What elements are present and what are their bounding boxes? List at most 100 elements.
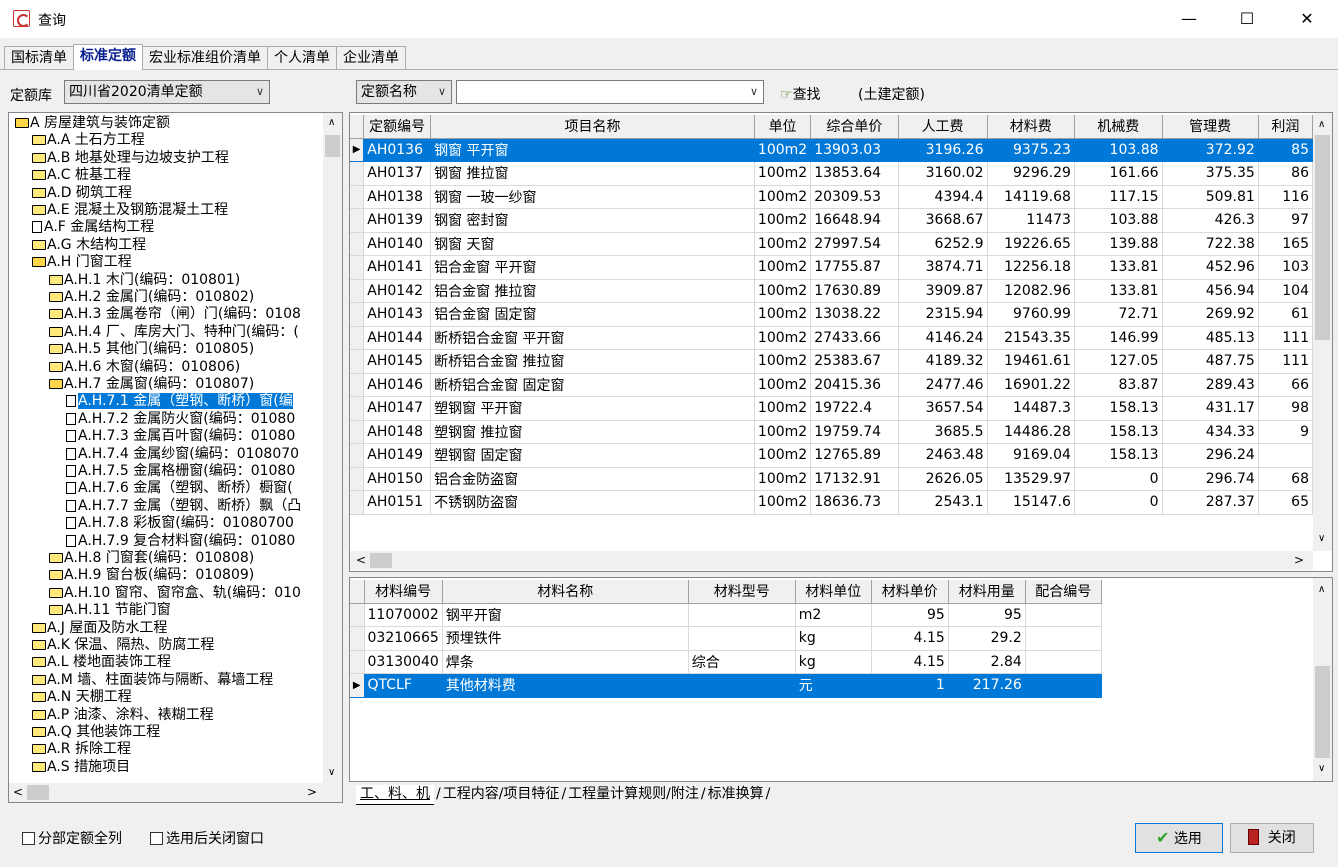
table-cell[interactable]: 100m2: [754, 255, 812, 280]
scroll-thumb[interactable]: [1315, 666, 1330, 758]
table-cell[interactable]: AH0145: [363, 349, 432, 374]
table-cell[interactable]: 3668.67: [898, 208, 988, 233]
column-header[interactable]: 材料费: [987, 115, 1075, 139]
table-cell[interactable]: 3909.87: [898, 279, 988, 303]
quota-vscrollbar[interactable]: ∧ ∨: [1313, 113, 1332, 551]
table-cell[interactable]: 17630.89: [810, 279, 899, 303]
table-cell[interactable]: 3685.5: [898, 420, 988, 444]
column-header[interactable]: 单位: [754, 115, 812, 139]
tree-node[interactable]: A.H.7.5 金属格栅窗(编码：01080: [66, 463, 295, 480]
table-cell[interactable]: [1025, 650, 1102, 674]
row-indicator[interactable]: ▶: [350, 673, 365, 698]
table-cell[interactable]: 铝合金窗 平开窗: [430, 255, 755, 280]
row-indicator[interactable]: [350, 490, 365, 515]
table-cell[interactable]: 116: [1258, 185, 1313, 209]
tab-work-content[interactable]: 工程内容/项目特征: [443, 785, 560, 805]
table-cell[interactable]: 13853.64: [810, 161, 899, 186]
table-cell[interactable]: AH0147: [363, 396, 432, 421]
table-row[interactable]: AH0139 钢窗 密封窗 100m2 16648.94 3668.67 11473 103…: [350, 208, 1313, 233]
tab-calc-rules[interactable]: 工程量计算规则/附注: [568, 785, 699, 805]
close-button[interactable]: 关闭: [1230, 823, 1314, 853]
table-row[interactable]: AH0138 钢窗 一玻一纱窗 100m2 20309.53 4394.4 14119.6…: [350, 185, 1313, 209]
maximize-button[interactable]: ☐: [1218, 0, 1276, 38]
table-cell[interactable]: 铝合金窗 推拉窗: [430, 279, 755, 303]
table-cell[interactable]: 20415.36: [810, 373, 899, 397]
table-cell[interactable]: 133.81: [1074, 279, 1163, 303]
table-row[interactable]: 11070002 钢平开窗 m2 95 95: [350, 603, 1102, 627]
table-cell[interactable]: 其他材料费: [442, 673, 689, 698]
table-cell[interactable]: 钢窗 密封窗: [430, 208, 755, 233]
table-cell[interactable]: 14487.3: [987, 396, 1075, 421]
tree-node[interactable]: A.H.2 金属门(编码：010802): [49, 289, 254, 306]
table-cell[interactable]: 158.13: [1074, 443, 1163, 468]
table-cell[interactable]: 铝合金窗 固定窗: [430, 302, 755, 327]
table-cell[interactable]: 铝合金防盗窗: [430, 467, 755, 491]
table-cell[interactable]: 2477.46: [898, 373, 988, 397]
table-cell[interactable]: 375.35: [1162, 161, 1259, 186]
table-row[interactable]: AH0147 塑钢窗 平开窗 100m2 19722.4 3657.54 14487.3 1…: [350, 396, 1313, 421]
table-cell[interactable]: AH0136: [363, 138, 432, 162]
library-select[interactable]: 四川省2020清单定额 ∨: [64, 80, 270, 104]
table-cell[interactable]: 509.81: [1162, 185, 1259, 209]
row-indicator[interactable]: [350, 208, 365, 233]
table-cell[interactable]: AH0143: [363, 302, 432, 327]
table-cell[interactable]: 68: [1258, 467, 1313, 491]
table-cell[interactable]: 钢窗 平开窗: [430, 138, 755, 162]
table-cell[interactable]: 钢窗 一玻一纱窗: [430, 185, 755, 209]
table-cell[interactable]: 111: [1258, 349, 1313, 374]
row-indicator[interactable]: [350, 603, 365, 627]
column-header[interactable]: 材料单价: [871, 580, 949, 604]
table-cell[interactable]: 12256.18: [987, 255, 1075, 280]
table-cell[interactable]: 66: [1258, 373, 1313, 397]
table-cell[interactable]: QTCLF: [364, 673, 443, 698]
tree-node[interactable]: A.H.6 木窗(编码：010806): [49, 359, 240, 376]
scroll-up-icon[interactable]: ∧: [328, 117, 335, 128]
table-cell[interactable]: 85: [1258, 138, 1313, 162]
table-cell[interactable]: 722.38: [1162, 232, 1259, 256]
tree-node[interactable]: A.H.8 门窗套(编码：010808): [49, 550, 254, 567]
tree-node[interactable]: A.H.7.7 金属（塑钢、断桥）飘（凸: [66, 498, 301, 515]
table-cell[interactable]: 1: [871, 673, 949, 698]
row-indicator[interactable]: [350, 373, 365, 397]
tree-node[interactable]: A.H.7.4 金属纱窗(编码：0108070: [66, 446, 299, 463]
table-cell[interactable]: 29.2: [948, 626, 1026, 651]
tree-node[interactable]: A.S 措施项目: [32, 759, 130, 776]
table-cell[interactable]: 钢窗 推拉窗: [430, 161, 755, 186]
table-cell[interactable]: 4189.32: [898, 349, 988, 374]
table-cell[interactable]: [688, 673, 796, 698]
table-cell[interactable]: 100m2: [754, 490, 812, 515]
table-cell[interactable]: 16648.94: [810, 208, 899, 233]
hscroll-thumb[interactable]: [370, 553, 392, 568]
table-cell[interactable]: 452.96: [1162, 255, 1259, 280]
scroll-up-icon[interactable]: ∧: [1318, 119, 1325, 130]
tree-node[interactable]: A.H.1 木门(编码：010801): [49, 272, 240, 289]
scroll-up-icon[interactable]: ∧: [1318, 584, 1325, 595]
table-cell[interactable]: 12765.89: [810, 443, 899, 468]
tree-node[interactable]: A.L 楼地面装饰工程: [32, 654, 171, 671]
table-cell[interactable]: 487.75: [1162, 349, 1259, 374]
table-cell[interactable]: 钢平开窗: [442, 603, 689, 627]
table-row[interactable]: ▶ AH0136 钢窗 平开窗 100m2 13903.03 3196.26 9375.23…: [350, 138, 1313, 162]
table-cell[interactable]: 元: [795, 673, 872, 698]
table-cell[interactable]: 不锈钢防盗窗: [430, 490, 755, 515]
table-row[interactable]: AH0143 铝合金窗 固定窗 100m2 13038.22 2315.94 9760.9…: [350, 302, 1313, 327]
table-cell[interactable]: 19722.4: [810, 396, 899, 421]
tree-vscrollbar[interactable]: ∧ ∨: [323, 113, 342, 783]
tree-node[interactable]: A.C 桩基工程: [32, 167, 131, 184]
table-cell[interactable]: 139.88: [1074, 232, 1163, 256]
column-header[interactable]: 综合单价: [810, 115, 899, 139]
close-after-select-checkbox[interactable]: [150, 832, 163, 845]
table-cell[interactable]: AH0141: [363, 255, 432, 280]
row-indicator[interactable]: [350, 161, 365, 186]
column-header[interactable]: 人工费: [898, 115, 988, 139]
check-all-checkbox[interactable]: [22, 832, 35, 845]
table-cell[interactable]: 86: [1258, 161, 1313, 186]
tree-node[interactable]: A.H.5 其他门(编码：010805): [49, 341, 254, 358]
table-cell[interactable]: 100m2: [754, 467, 812, 491]
table-cell[interactable]: 03130040: [364, 650, 443, 674]
tab-standard-conversion[interactable]: 标准换算: [708, 785, 764, 805]
table-row[interactable]: AH0146 断桥铝合金窗 固定窗 100m2 20415.36 2477.46 1690…: [350, 373, 1313, 397]
table-cell[interactable]: 100m2: [754, 326, 812, 350]
table-cell[interactable]: 456.94: [1162, 279, 1259, 303]
minimize-button[interactable]: —: [1160, 0, 1218, 38]
